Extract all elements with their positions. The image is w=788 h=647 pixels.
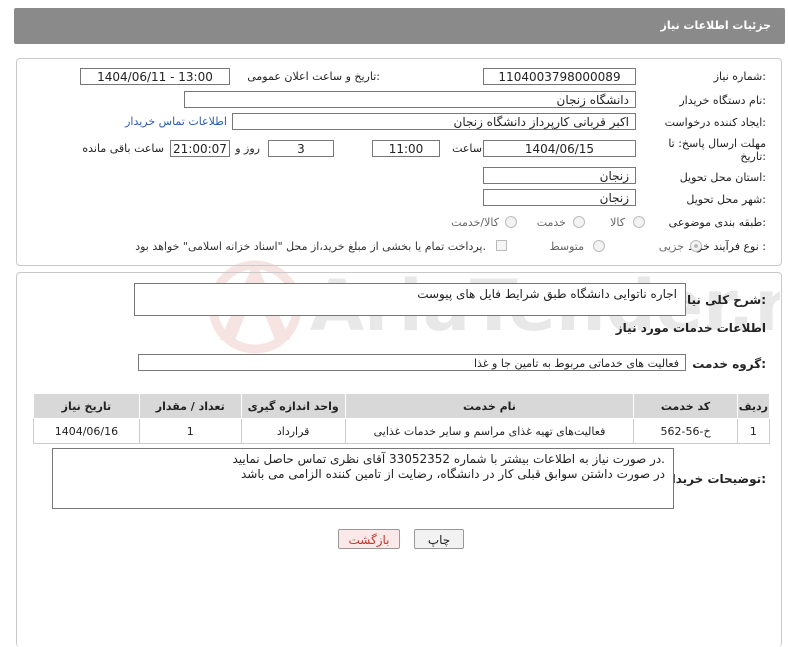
cell-need-date: 1404/06/16 [33, 418, 140, 444]
service-group-field[interactable]: فعالیت های خدماتی مربوط به تامین جا و غذ… [138, 354, 686, 371]
deadline-date-field[interactable]: 1404/06/15 [483, 140, 636, 157]
services-table-wrap: ردیف کد خدمت نام خدمت واحد اندازه گیری ت… [33, 393, 771, 444]
page-header: جزئیات اطلاعات نیاز [14, 8, 785, 44]
deadline-time-label: ساعت [452, 142, 482, 155]
back-button[interactable]: بازگشت [338, 529, 400, 549]
city-label: شهر محل تحویل: [686, 193, 766, 206]
creator-label: ایجاد کننده درخواست: [664, 116, 766, 129]
announce-label: تاریخ و ساعت اعلان عمومی: [247, 70, 380, 83]
purchase-radio-medium[interactable] [593, 240, 605, 252]
category-radio-goods-service[interactable] [505, 216, 517, 228]
table-header-row: ردیف کد خدمت نام خدمت واحد اندازه گیری ت… [33, 393, 771, 419]
page-title: جزئیات اطلاعات نیاز [660, 19, 772, 32]
buyer-notes-line-1: در صورت نیاز به اطلاعات بیشتر با شماره 3… [232, 452, 665, 466]
category-option-goods-service: کالا/خدمت [451, 216, 499, 229]
category-option-goods: کالا [610, 216, 625, 229]
days-label: روز و [235, 142, 260, 155]
col-unit: واحد اندازه گیری [240, 393, 346, 419]
description-textarea[interactable]: اجاره ناتوایی دانشگاه طبق شرایط فایل های… [134, 283, 686, 316]
description-label: شرح کلی نیاز: [680, 293, 766, 307]
buyer-org-field[interactable]: دانشگاه زنجان [184, 91, 636, 108]
cell-service-code: خ-56-562 [633, 418, 738, 444]
col-service-name: نام خدمت [344, 393, 635, 419]
purchase-option-minor: جزیی [658, 240, 684, 253]
deadline-time-field[interactable]: 11:00 [372, 140, 440, 157]
buyer-contact-link[interactable]: اطلاعات تماس خریدار [125, 115, 227, 128]
cell-quantity: 1 [138, 418, 242, 444]
category-radio-goods[interactable] [633, 216, 645, 228]
cell-service-name: فعالیت‌های تهیه غذای مراسم و سایر خدمات … [344, 418, 635, 444]
services-section-title: اطلاعات خدمات مورد نیاز [615, 321, 766, 335]
col-row-number: ردیف [736, 393, 771, 419]
need-number-field[interactable]: 1104003798000089 [483, 68, 636, 85]
col-service-code: کد خدمت [633, 393, 738, 419]
cell-unit: قرارداد [240, 418, 346, 444]
print-button[interactable]: چاپ [414, 529, 464, 549]
buyer-org-label: نام دستگاه خریدار: [679, 94, 766, 107]
col-quantity: تعداد / مقدار [138, 393, 242, 419]
remaining-days-field[interactable]: 3 [268, 140, 334, 157]
col-need-date: تاریخ نیاز [33, 393, 140, 419]
category-label: طبقه بندی موضوعی: [668, 216, 766, 229]
city-field[interactable]: زنجان [483, 189, 636, 206]
announce-datetime-field[interactable]: 1404/06/11 - 13:00 [80, 68, 230, 85]
buyer-notes-line-2: در صورت داشتن سوابق قبلی کار در دانشگاه،… [240, 467, 665, 481]
purchase-option-medium: متوسط [549, 240, 584, 253]
creator-field[interactable]: اکبر قربانی کارپرداز دانشگاه زنجان [232, 113, 636, 130]
treasury-payment-note: پرداخت تمام یا بخشی از مبلغ خرید،از محل … [135, 240, 486, 253]
table-row[interactable]: 1 خ-56-562 فعالیت‌های تهیه غذای مراسم و … [33, 418, 771, 444]
need-number-label: شماره نیاز: [713, 70, 766, 83]
category-radio-service[interactable] [573, 216, 585, 228]
deadline-label: مهلت ارسال پاسخ: تا تاریخ: [668, 137, 766, 163]
purchase-radio-minor[interactable] [690, 240, 702, 252]
province-label: استان محل تحویل: [679, 171, 766, 184]
services-table: ردیف کد خدمت نام خدمت واحد اندازه گیری ت… [33, 393, 771, 444]
treasury-payment-checkbox[interactable] [496, 240, 507, 251]
cell-row-number: 1 [736, 418, 771, 444]
buyer-notes-textarea[interactable]: در صورت نیاز به اطلاعات بیشتر با شماره 3… [52, 448, 674, 509]
remaining-time-field[interactable]: 21:00:07 [170, 140, 230, 157]
remaining-label: ساعت باقی مانده [82, 142, 164, 155]
province-field[interactable]: زنجان [483, 167, 636, 184]
category-option-service: خدمت [536, 216, 566, 229]
buyer-notes-label: توضیحات خریدار: [664, 472, 766, 486]
service-group-label: گروه خدمت: [692, 357, 766, 371]
